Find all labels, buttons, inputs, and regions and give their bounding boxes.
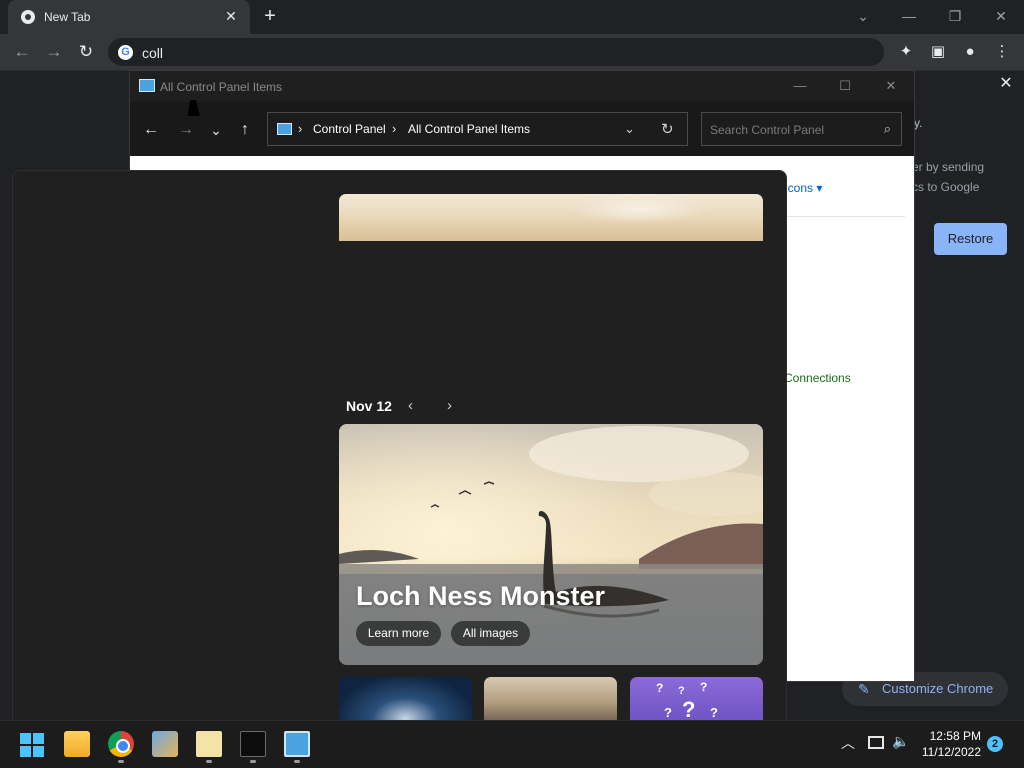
close-button[interactable]: ✕: [876, 75, 906, 97]
search-icon: ⌕: [883, 121, 891, 136]
breadcrumb-separator: ›: [298, 121, 303, 136]
address-bar[interactable]: › Control Panel › All Control Panel Item…: [267, 112, 688, 146]
breadcrumb-separator: ›: [392, 121, 397, 136]
side-panel-description: er by sending cs to Google: [912, 157, 984, 197]
thumbnail-card[interactable]: [484, 677, 617, 721]
chrome-close-button[interactable]: ✕: [981, 4, 1021, 28]
clock-time[interactable]: 12:58 PM: [0, 729, 981, 743]
breadcrumb-control-panel[interactable]: Control Panel: [313, 122, 386, 136]
all-images-button[interactable]: All images: [451, 621, 530, 646]
image-title: Loch Ness Monster: [356, 581, 606, 611]
control-panel-icon: [277, 123, 292, 135]
recent-locations-chevron-icon[interactable]: ⌄: [205, 120, 227, 140]
address-dropdown-icon[interactable]: ⌄: [624, 121, 635, 137]
control-panel-navbar: ← → ⌄ ↑ › Control Panel › All Control Pa…: [130, 102, 914, 156]
control-panel-icon: [139, 79, 155, 92]
widgets-panel: Nov 12 ‹ › Loch Ness Monster Learn more …: [12, 170, 787, 722]
chrome-minimize-button[interactable]: —: [889, 4, 929, 28]
new-tab-button[interactable]: +: [258, 5, 282, 29]
chrome-favicon-icon: [21, 10, 35, 24]
reload-icon[interactable]: ↻: [74, 40, 98, 64]
running-indicator: [294, 760, 300, 763]
breadcrumb-all-items[interactable]: All Control Panel Items: [408, 122, 530, 136]
side-panel-description-line: cs to Google: [912, 180, 980, 194]
running-indicator: [118, 760, 124, 763]
profile-icon[interactable]: ●: [958, 40, 982, 64]
chrome-menu-icon[interactable]: ⋮: [990, 40, 1014, 64]
connections-link[interactable]: Connections: [784, 371, 851, 385]
control-panel-titlebar[interactable]: All Control Panel Items — ☐ ✕: [130, 71, 914, 102]
thumbnail-card[interactable]: [339, 677, 472, 721]
tab-new-tab[interactable]: New Tab ✕: [8, 0, 250, 34]
date-label: Nov 12: [346, 398, 392, 414]
up-arrow-icon[interactable]: ↑: [234, 120, 256, 140]
minimize-button[interactable]: —: [785, 75, 815, 97]
search-placeholder: Search Control Panel: [710, 123, 825, 137]
cloud-decoration: [569, 194, 709, 224]
question-mark-icon: ?: [710, 705, 718, 720]
back-arrow-icon[interactable]: ←: [10, 40, 34, 64]
forward-arrow-icon[interactable]: →: [175, 120, 197, 140]
side-panel-heading: y.: [914, 116, 923, 130]
extensions-icon[interactable]: ✦: [894, 40, 918, 64]
tab-close-icon[interactable]: ✕: [222, 7, 240, 25]
tab-title: New Tab: [44, 10, 91, 24]
image-of-the-day-card[interactable]: Loch Ness Monster Learn more All images: [339, 424, 763, 665]
google-icon: G: [118, 45, 133, 60]
restore-button[interactable]: Restore: [934, 223, 1007, 255]
question-mark-icon: ?: [664, 705, 672, 720]
previous-chevron-icon[interactable]: ‹: [408, 397, 413, 414]
address-bar-value[interactable]: coll: [142, 45, 163, 61]
back-arrow-icon[interactable]: ←: [140, 120, 162, 140]
running-indicator: [206, 760, 212, 763]
maximize-button[interactable]: ☐: [830, 75, 860, 97]
chrome-toolbar: ← → ↻ G coll ✦ ▣ ● ⋮: [0, 34, 1024, 71]
question-mark-icon: ?: [656, 681, 664, 695]
question-mark-icon: ?: [700, 680, 708, 694]
mouse-cursor-icon: [187, 100, 203, 116]
notification-badge[interactable]: 2: [987, 736, 1003, 752]
thumbnail-card[interactable]: ? ? ? ? ? ?: [630, 677, 763, 722]
refresh-icon[interactable]: ↻: [661, 120, 674, 138]
question-mark-icon: ?: [682, 697, 696, 722]
clock-date[interactable]: 11/12/2022: [0, 745, 981, 759]
chrome-tab-strip: New Tab ✕ + ⌄ — ❐ ✕: [0, 0, 1024, 34]
side-panel-close-icon[interactable]: ✕: [996, 74, 1016, 94]
window-title: All Control Panel Items: [160, 80, 283, 94]
divider: [785, 216, 905, 217]
address-bar[interactable]: G coll: [108, 38, 884, 66]
running-indicator: [250, 760, 256, 763]
customize-chrome-label: Customize Chrome: [882, 681, 994, 696]
side-panel-icon[interactable]: ▣: [926, 40, 950, 64]
view-by-dropdown[interactable]: icons ▾: [785, 181, 822, 195]
tab-search-dropdown-icon[interactable]: ⌄: [843, 4, 883, 28]
search-input[interactable]: Search Control Panel ⌕: [701, 112, 902, 146]
side-panel-description-line: er by sending: [912, 160, 985, 174]
question-mark-icon: ?: [678, 685, 685, 697]
image-card-top[interactable]: [339, 194, 763, 241]
learn-more-button[interactable]: Learn more: [356, 621, 441, 646]
next-chevron-icon[interactable]: ›: [447, 397, 452, 414]
forward-arrow-icon[interactable]: →: [42, 40, 66, 64]
chrome-restore-button[interactable]: ❐: [935, 4, 975, 28]
